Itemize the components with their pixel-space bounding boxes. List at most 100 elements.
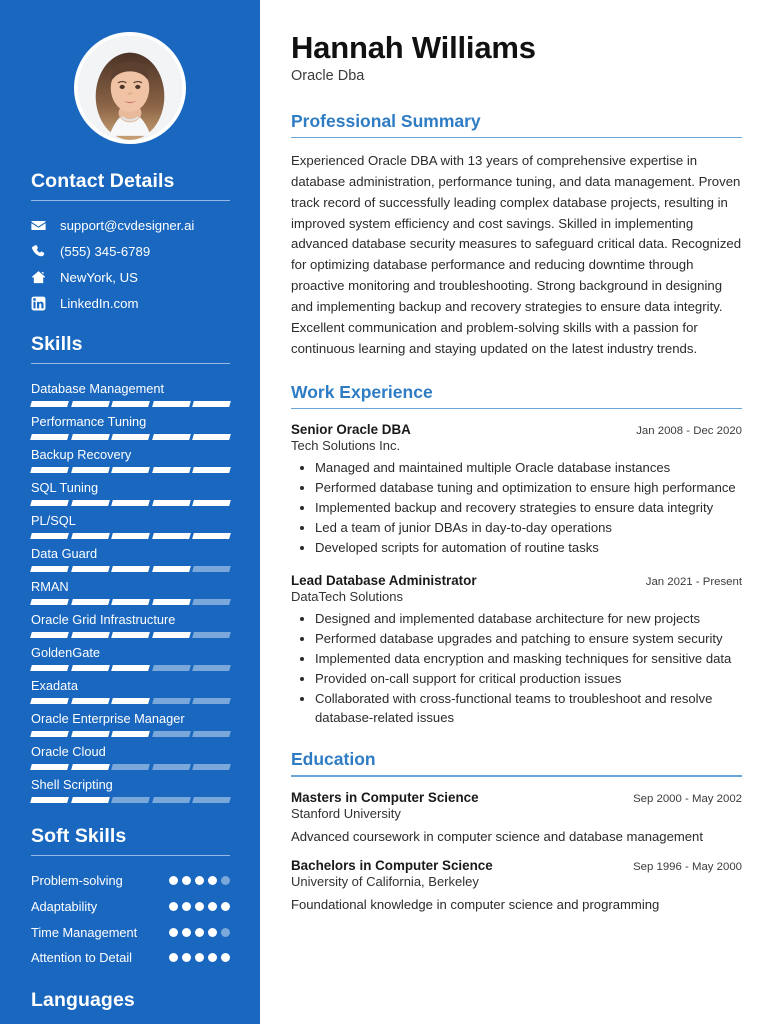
home-icon	[31, 270, 51, 285]
soft-skill-item: Attention to Detail	[31, 950, 230, 967]
work-experience-heading: Work Experience	[291, 381, 433, 402]
page-title: Hannah Williams	[291, 30, 536, 65]
skill-bar-segment	[111, 532, 150, 539]
rating-dot	[195, 953, 204, 963]
rating-dot	[169, 953, 178, 963]
skills-list: Database Management Performance Tuning Bac…	[30, 381, 231, 803]
skill-bar-segment	[70, 763, 110, 770]
professional-summary-text: Experienced Oracle DBA with 13 years of …	[291, 153, 742, 356]
education-description: Foundational knowledge in computer scien…	[291, 896, 660, 912]
skill-label: Backup Recovery	[31, 446, 132, 462]
skill-level-bar	[30, 631, 231, 638]
soft-skill-rating	[169, 873, 230, 885]
job-bullet: Provided on-call support for critical pr…	[315, 669, 742, 688]
education-school: University of California, Berkeley	[291, 873, 479, 889]
rating-dot	[182, 927, 191, 937]
skill-bar-segment	[70, 730, 110, 737]
job-bullet: Collaborated with cross-functional teams…	[315, 689, 742, 727]
skill-bar-segment	[151, 697, 191, 704]
skill-item: Data Guard	[30, 545, 231, 572]
skill-bar-segment	[151, 763, 191, 770]
skill-bar-segment	[111, 796, 150, 803]
skill-item: Oracle Enterprise Manager	[30, 711, 231, 737]
education-divider	[291, 775, 742, 777]
education-entry-header: Bachelors in Computer Science Sep 1996 - …	[291, 858, 742, 873]
skill-bar-segment	[192, 499, 231, 506]
skill-bar-segment	[30, 598, 69, 605]
skill-label: GoldenGate	[31, 644, 101, 660]
rating-dot	[195, 901, 204, 911]
soft-skill-rating	[169, 925, 230, 937]
skill-bar-segment	[151, 466, 191, 473]
skill-bar-segment	[151, 400, 191, 407]
main-content: Hannah Williams Oracle Dba Professional …	[260, 0, 776, 1024]
contact-details-heading: Contact Details	[31, 170, 175, 192]
sidebar-content: Contact Details support@cvdesigner.ai (5…	[0, 170, 260, 1012]
education-heading: Education	[291, 749, 376, 770]
skill-level-bar	[30, 730, 231, 737]
contact-item-phone[interactable]: (555) 345-6789	[31, 244, 230, 259]
job-dates: Jan 2021 - Present	[645, 575, 742, 588]
job-company: DataTech Solutions	[291, 588, 404, 604]
skill-bar-segment	[30, 532, 69, 539]
skill-item: Shell Scripting	[30, 777, 231, 803]
soft-skills-divider	[31, 854, 230, 856]
professional-summary-section: Professional Summary Experienced Oracle …	[291, 111, 742, 360]
skill-level-bar	[30, 763, 231, 770]
rating-dot	[182, 901, 191, 911]
skill-bar-segment	[30, 664, 69, 671]
envelope-icon	[31, 218, 51, 233]
skill-bar-segment	[111, 697, 150, 704]
soft-skill-rating	[169, 950, 230, 963]
contact-details-section: Contact Details support@cvdesigner.ai (5…	[31, 170, 230, 311]
contact-item-location[interactable]: NewYork, US	[31, 270, 230, 285]
rating-dot	[169, 901, 178, 911]
sidebar: Contact Details support@cvdesigner.ai (5…	[0, 0, 260, 1024]
job-bullet-list: Designed and implemented database archit…	[291, 609, 742, 728]
job-company: Tech Solutions Inc.	[291, 438, 401, 454]
skill-bar-segment	[192, 400, 231, 407]
skill-bar-segment	[151, 730, 191, 737]
skill-item: Exadata	[30, 678, 231, 704]
skill-bar-segment	[70, 400, 110, 407]
contact-item-email[interactable]: support@cvdesigner.ai	[31, 218, 230, 233]
skill-item: RMAN	[30, 579, 231, 605]
skill-bar-segment	[151, 598, 191, 605]
soft-skill-label: Time Management	[31, 924, 138, 940]
contact-location-value: NewYork, US	[60, 270, 138, 285]
education-entry: Bachelors in Computer Science Sep 1996 - …	[291, 858, 742, 915]
education-degree: Bachelors in Computer Science	[291, 857, 493, 873]
skill-item: Oracle Cloud	[30, 743, 231, 770]
skill-label: Data Guard	[31, 545, 98, 561]
skill-item: Performance Tuning	[30, 414, 231, 440]
rating-dot	[208, 901, 217, 911]
skill-bar-segment	[192, 796, 231, 803]
skill-bar-segment	[111, 466, 150, 473]
skill-bar-segment	[111, 433, 150, 440]
skill-bar-segment	[151, 565, 191, 572]
skill-bar-segment	[30, 763, 69, 770]
skill-bar-segment	[111, 598, 150, 605]
education-degree: Masters in Computer Science	[291, 789, 479, 805]
skill-bar-segment	[70, 796, 110, 803]
skill-bar-segment	[111, 631, 150, 638]
profile-photo-illustration	[78, 36, 182, 140]
skill-bar-segment	[192, 598, 231, 605]
skill-bar-segment	[192, 433, 231, 440]
skill-level-bar	[30, 400, 231, 407]
education-dates: Sep 2000 - May 2002	[633, 792, 742, 805]
skill-label: Database Management	[31, 381, 165, 396]
skill-bar-segment	[111, 763, 150, 770]
skill-label: Oracle Cloud	[31, 743, 106, 759]
skill-bar-segment	[70, 697, 110, 704]
soft-skills-list: Problem-solving Adaptability Time Manageme…	[31, 873, 230, 968]
phone-icon	[31, 244, 51, 259]
contact-list: support@cvdesigner.ai (555) 345-6789 New…	[31, 218, 230, 311]
soft-skill-label: Adaptability	[31, 898, 98, 914]
skill-bar-segment	[30, 400, 69, 407]
skill-bar-segment	[192, 631, 231, 638]
contact-item-linkedin[interactable]: LinkedIn.com	[31, 296, 230, 311]
skill-item: SQL Tuning	[30, 480, 231, 506]
skill-level-bar	[30, 796, 231, 803]
skill-bar-segment	[30, 433, 69, 440]
